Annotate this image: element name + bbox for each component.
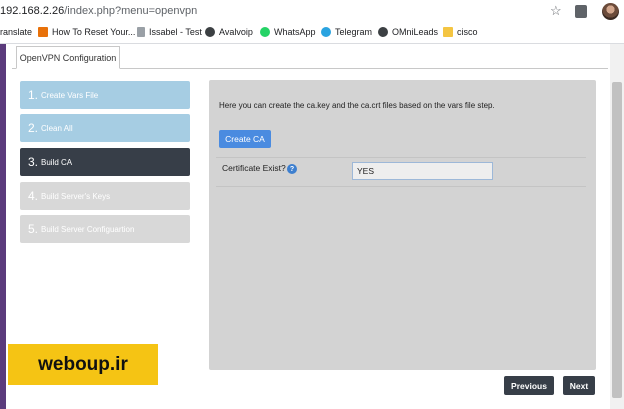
- bookmark-cisco[interactable]: cisco: [443, 27, 478, 37]
- certificate-exist-field[interactable]: [352, 162, 493, 180]
- globe-icon: [205, 27, 215, 37]
- bookmark-label: Issabel - Test: [149, 27, 202, 37]
- step-clean-all[interactable]: 2. Clean All: [20, 114, 190, 142]
- url-text[interactable]: 192.168.2.26/index.php?menu=openvpn: [0, 5, 197, 17]
- step-number: 4.: [28, 189, 39, 203]
- left-edge-strip: [0, 44, 6, 409]
- bookmark-label: cisco: [457, 27, 478, 37]
- bookmark-issabel-test[interactable]: Issabel - Test: [137, 27, 202, 37]
- bookmark-omnileads[interactable]: OMniLeads: [378, 27, 438, 37]
- bookmark-label: ranslate: [0, 27, 33, 37]
- row-divider: [216, 157, 586, 158]
- bookmark-telegram[interactable]: Telegram: [321, 27, 372, 37]
- step-number: 3.: [28, 155, 39, 169]
- scrollbar-thumb[interactable]: [612, 82, 622, 398]
- step-content-panel: [209, 80, 596, 370]
- step-build-ca[interactable]: 3. Build CA: [20, 148, 190, 176]
- bookmark-label: How To Reset Your...: [52, 27, 136, 37]
- step-description: Here you can create the ca.key and the c…: [219, 101, 495, 110]
- next-button[interactable]: Next: [563, 376, 595, 395]
- whatsapp-icon: [260, 27, 270, 37]
- step-label: Build Server Configuartion: [41, 224, 135, 234]
- row-divider: [216, 186, 586, 187]
- step-label: Clean All: [41, 123, 73, 133]
- url-path: /index.php?menu=openvpn: [64, 5, 198, 17]
- step-create-vars-file[interactable]: 1. Create Vars File: [20, 81, 190, 109]
- previous-button[interactable]: Previous: [504, 376, 554, 395]
- bookmark-label: Telegram: [335, 27, 373, 37]
- globe-icon: [378, 27, 388, 37]
- step-label: Create Vars File: [41, 90, 99, 100]
- step-label: Build CA: [41, 157, 73, 167]
- step-build-server-configuration[interactable]: 5. Build Server Configuartion: [20, 215, 190, 243]
- issabel-icon: [137, 27, 145, 37]
- create-ca-button[interactable]: Create CA: [219, 130, 271, 148]
- watermark-logo: weboup.ir: [8, 344, 158, 385]
- star-icon[interactable]: ☆: [550, 3, 562, 19]
- avatar[interactable]: [602, 3, 619, 20]
- step-number: 5.: [28, 222, 39, 236]
- bookmark-label: Avalvoip: [219, 27, 253, 37]
- tab-openvpn-configuration[interactable]: OpenVPN Configuration: [16, 46, 120, 69]
- step-label: Build Server's Keys: [41, 191, 111, 201]
- step-build-server-keys[interactable]: 4. Build Server's Keys: [20, 182, 190, 210]
- bookmark-whatsapp[interactable]: WhatsApp: [260, 27, 316, 37]
- extension-icon[interactable]: [575, 5, 587, 18]
- step-number: 1.: [28, 88, 39, 102]
- bookmark-label: WhatsApp: [274, 27, 316, 37]
- folder-icon: [443, 27, 453, 37]
- url-host: 192.168.2.26: [0, 5, 65, 17]
- bookmark-translate[interactable]: ranslate: [0, 27, 32, 37]
- telegram-icon: [321, 27, 331, 37]
- bookmark-reset-your[interactable]: How To Reset Your...: [38, 27, 135, 37]
- certificate-exist-label: Certificate Exist?: [222, 163, 286, 173]
- address-bar[interactable]: 192.168.2.26/index.php?menu=openvpn ☆: [0, 0, 624, 23]
- help-icon[interactable]: ?: [287, 164, 297, 174]
- bookmark-avalvoip[interactable]: Avalvoip: [205, 27, 253, 37]
- bookmarks-bar: ranslate How To Reset Your... Issabel - …: [0, 23, 624, 44]
- step-number: 2.: [28, 121, 39, 135]
- bookmark-label: OMniLeads: [392, 27, 439, 37]
- bookmark-favicon: [38, 27, 48, 37]
